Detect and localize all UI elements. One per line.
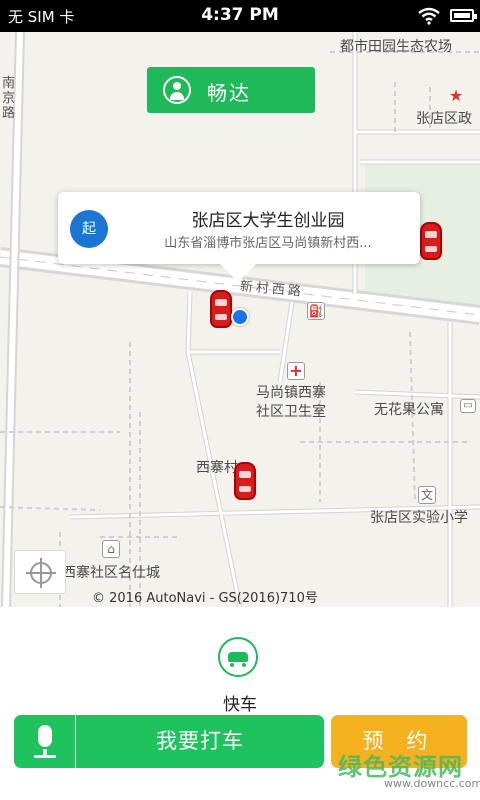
map-label-farm: 都市田园生态农场 [340,39,452,55]
map-label-government: 张店区政 [416,111,472,127]
map-label-clinic-line2: 社区卫生室 [256,404,326,420]
passenger-profile-button[interactable]: 畅达 [147,67,315,113]
battery-icon [450,9,477,22]
hotel-icon: ▭ [460,399,476,413]
map-label-school: 张店区实验小学 [370,510,468,526]
passenger-name: 畅达 [207,81,251,105]
map-label-apartment: 无花果公寓 [374,402,444,418]
locate-me-button[interactable] [14,550,66,594]
map-copyright: © 2016 AutoNavi - GS(2016)710号 [92,591,318,606]
nearby-car-icon [210,290,232,328]
microphone-base [34,755,56,758]
nearby-car-icon [420,222,442,260]
map-label-clinic-line1: 马尚镇西寨 [256,385,326,401]
call-bar: 我要打车 [14,715,324,768]
gas-station-icon: ⛽ [307,302,325,320]
microphone-icon [38,725,52,757]
call-taxi-button[interactable]: 我要打车 [76,715,324,768]
current-location-dot [231,308,249,326]
map-label-community: 西寨社区名仕城 [62,565,160,581]
origin-title: 张店区大学生创业园 [191,211,345,231]
status-bar: 无 SIM 卡 4:37 PM [0,0,480,32]
crosshair-icon [26,558,56,588]
community-home-icon: ⌂ [102,540,120,558]
origin-badge: 起 [70,210,108,248]
nearby-car-icon [234,462,256,500]
wifi-icon [418,7,440,25]
user-avatar-icon [163,76,191,104]
origin-address: 山东省淄博市张店区马尚镇新村西... [164,236,372,251]
clock: 4:37 PM [201,5,279,25]
clinic-cross-icon: + [287,362,305,380]
school-icon: 文 [418,486,436,504]
service-type-label[interactable]: 快车 [0,690,480,715]
car-icon[interactable] [218,637,258,677]
watermark-url: www.downcc.com [384,777,480,790]
origin-popup[interactable]: 起 张店区大学生创业园 山东省淄博市张店区马尚镇新村西... [58,192,420,282]
map-label-xizhai: 西寨村 [196,460,238,476]
map-view[interactable]: 都市田园生态农场 ★ 张店区政 南 京 路 新村西路 ⛽ + 马尚镇西寨 社区卫… [0,32,480,607]
map-label-nanjing-road: 南 京 路 [2,76,16,121]
government-star-icon: ★ [448,86,464,105]
voice-input-button[interactable] [14,715,76,768]
bottom-panel: 快车 我要打车 预 约 绿色资源网 www.downcc.com [0,607,480,800]
